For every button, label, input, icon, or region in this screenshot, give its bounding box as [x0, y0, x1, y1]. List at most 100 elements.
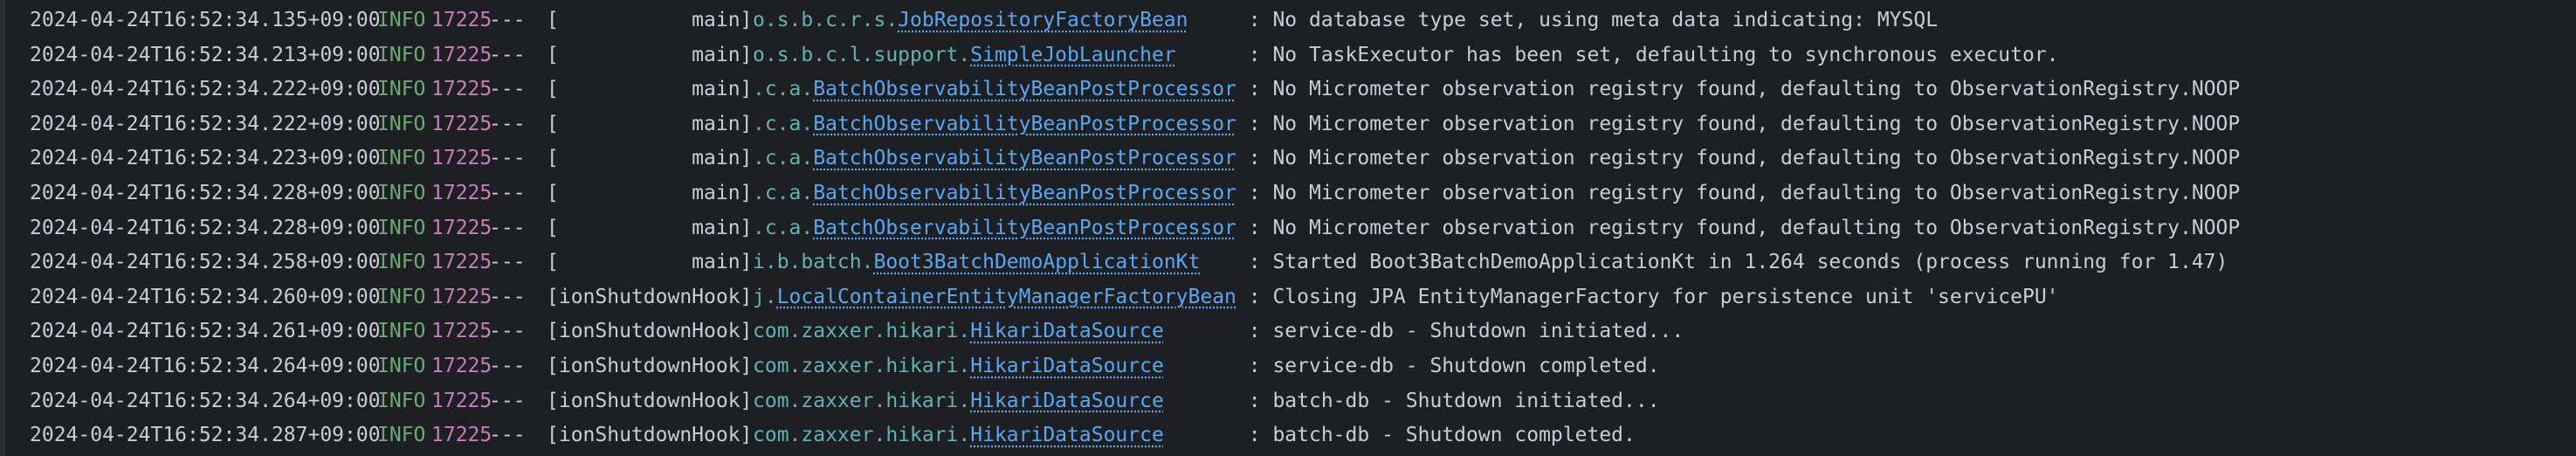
- log-level: INFO: [377, 424, 426, 447]
- log-separator: ---: [489, 285, 526, 308]
- log-logger-package: com.zaxxer.hikari.: [753, 389, 971, 412]
- log-separator: ---: [489, 182, 526, 204]
- log-logger-class-link[interactable]: BatchObservabilityBeanPostProcessor: [813, 113, 1236, 135]
- log-logger-class-link[interactable]: HikariDataSource: [970, 355, 1164, 377]
- log-pid: 17225: [431, 251, 492, 274]
- log-logger-name: .c.a.BatchObservabilityBeanPostProcessor…: [753, 107, 2240, 142]
- log-line[interactable]: 2024-04-24T16:52:34.228+09:00 INFO 17225 --…: [0, 211, 2532, 245]
- log-logger-class-link[interactable]: HikariDataSource: [970, 320, 1164, 342]
- log-thread: [ main]: [547, 43, 753, 66]
- log-logger-padding: [1236, 78, 1249, 100]
- log-message: : service-db - Shutdown completed.: [1248, 355, 1660, 377]
- log-logger-class-link[interactable]: BatchObservabilityBeanPostProcessor: [813, 217, 1236, 239]
- log-pid: 17225: [431, 424, 492, 447]
- log-timestamp: 2024-04-24T16:52:34.135+09:00: [30, 9, 381, 31]
- log-logger-padding: [1236, 286, 1249, 308]
- log-thread: [ main]: [547, 251, 753, 274]
- log-line[interactable]: 2024-04-24T16:52:34.222+09:00 INFO 17225 --…: [0, 73, 2532, 107]
- log-line[interactable]: 2024-04-24T16:52:34.228+09:00 INFO 17225 --…: [0, 176, 2532, 211]
- log-logger-package: .c.a.: [753, 78, 814, 101]
- log-logger-name: o.s.b.c.r.s.JobRepositoryFactoryBean : N…: [753, 3, 1938, 38]
- log-pid: 17225: [431, 285, 492, 308]
- log-line[interactable]: 2024-04-24T16:52:34.258+09:00 INFO 17225 --…: [0, 245, 2532, 280]
- log-message: : batch-db - Shutdown completed.: [1248, 424, 1636, 447]
- log-pid: 17225: [431, 355, 492, 377]
- log-message: : Closing JPA EntityManagerFactory for p…: [1248, 285, 2059, 308]
- log-level: INFO: [377, 147, 426, 170]
- log-timestamp: 2024-04-24T16:52:34.261+09:00: [30, 320, 381, 343]
- log-level: INFO: [377, 78, 426, 101]
- log-logger-class-link[interactable]: BatchObservabilityBeanPostProcessor: [813, 78, 1236, 100]
- log-level: INFO: [377, 320, 426, 343]
- log-logger-class-link[interactable]: Boot3BatchDemoApplicationKt: [873, 251, 1200, 273]
- log-level: INFO: [377, 9, 426, 31]
- log-line[interactable]: 2024-04-24T16:52:34.287+09:00 INFO 17225 --…: [0, 418, 2532, 453]
- log-line[interactable]: 2024-04-24T16:52:34.264+09:00 INFO 17225 --…: [0, 349, 2532, 383]
- log-thread: [ionShutdownHook]: [547, 285, 753, 308]
- log-separator: ---: [489, 9, 526, 31]
- log-thread: [ main]: [547, 182, 753, 204]
- log-level: INFO: [377, 285, 426, 308]
- log-line[interactable]: 2024-04-24T16:52:34.261+09:00 INFO 17225 --…: [0, 314, 2532, 349]
- log-thread: [ main]: [547, 78, 753, 101]
- log-line[interactable]: 2024-04-24T16:52:34.264+09:00 INFO 17225 --…: [0, 384, 2532, 418]
- log-pid: 17225: [431, 389, 492, 412]
- log-separator: ---: [489, 251, 526, 274]
- log-thread: [ main]: [547, 216, 753, 239]
- log-timestamp: 2024-04-24T16:52:34.222+09:00: [30, 78, 381, 101]
- log-separator: ---: [489, 112, 526, 135]
- log-logger-class-link[interactable]: BatchObservabilityBeanPostProcessor: [813, 182, 1236, 204]
- log-message: : No Micrometer observation registry fou…: [1248, 78, 2241, 101]
- log-pid: 17225: [431, 216, 492, 239]
- log-separator: ---: [489, 424, 526, 447]
- log-logger-package: com.zaxxer.hikari.: [753, 424, 971, 447]
- log-logger-class-link[interactable]: JobRepositoryFactoryBean: [898, 9, 1188, 31]
- log-separator: ---: [489, 320, 526, 343]
- log-logger-package: .c.a.: [753, 147, 814, 170]
- log-separator: ---: [489, 216, 526, 239]
- log-separator: ---: [489, 43, 526, 66]
- log-logger-class-link[interactable]: BatchObservabilityBeanPostProcessor: [813, 147, 1236, 169]
- log-line[interactable]: 2024-04-24T16:52:34.213+09:00 INFO 17225 --…: [0, 38, 2532, 73]
- log-logger-class-link[interactable]: SimpleJobLauncher: [970, 44, 1175, 66]
- log-pid: 17225: [431, 9, 492, 31]
- log-logger-name: com.zaxxer.hikari.HikariDataSource : ser…: [753, 314, 1684, 349]
- log-line[interactable]: 2024-04-24T16:52:34.135+09:00 INFO 17225 --…: [0, 3, 2532, 38]
- log-logger-name: .c.a.BatchObservabilityBeanPostProcessor…: [753, 176, 2240, 211]
- log-logger-name: o.s.b.c.l.support.SimpleJobLauncher : No…: [753, 38, 2059, 73]
- log-thread: [ main]: [547, 112, 753, 135]
- log-line[interactable]: 2024-04-24T16:52:34.222+09:00 INFO 17225 --…: [0, 107, 2532, 142]
- log-logger-package: i.b.batch.: [753, 251, 874, 274]
- log-timestamp: 2024-04-24T16:52:34.228+09:00: [30, 182, 381, 204]
- log-logger-class-link[interactable]: LocalContainerEntityManagerFactoryBean: [777, 286, 1236, 308]
- log-timestamp: 2024-04-24T16:52:34.213+09:00: [30, 43, 381, 66]
- log-line[interactable]: 2024-04-24T16:52:34.260+09:00 INFO 17225 --…: [0, 280, 2532, 314]
- log-logger-name: .c.a.BatchObservabilityBeanPostProcessor…: [753, 211, 2240, 245]
- log-logger-package: .c.a.: [753, 112, 814, 135]
- log-logger-padding: [1236, 182, 1249, 204]
- log-timestamp: 2024-04-24T16:52:34.222+09:00: [30, 112, 381, 135]
- log-message: : batch-db - Shutdown initiated...: [1248, 389, 1660, 412]
- log-logger-name: com.zaxxer.hikari.HikariDataSource : ser…: [753, 349, 1660, 383]
- console-output-panel[interactable]: 2024-04-24T16:52:34.135+09:00 INFO 17225 --…: [0, 0, 2576, 456]
- log-message: : No Micrometer observation registry fou…: [1248, 147, 2241, 170]
- log-logger-package: j.: [753, 285, 777, 308]
- log-logger-class-link[interactable]: HikariDataSource: [970, 424, 1164, 446]
- log-logger-name: .c.a.BatchObservabilityBeanPostProcessor…: [753, 142, 2240, 176]
- log-logger-padding: [1164, 320, 1249, 342]
- log-logger-name: com.zaxxer.hikari.HikariDataSource : bat…: [753, 384, 1660, 418]
- log-pid: 17225: [431, 320, 492, 343]
- log-timestamp: 2024-04-24T16:52:34.258+09:00: [30, 251, 381, 274]
- log-line[interactable]: 2024-04-24T16:52:34.223+09:00 INFO 17225 --…: [0, 142, 2532, 176]
- log-level: INFO: [377, 182, 426, 204]
- log-logger-package: com.zaxxer.hikari.: [753, 320, 971, 343]
- log-message: : No database type set, using meta data …: [1248, 9, 1939, 31]
- log-thread: [ main]: [547, 147, 753, 170]
- log-timestamp: 2024-04-24T16:52:34.264+09:00: [30, 355, 381, 377]
- log-logger-padding: [1236, 147, 1249, 169]
- log-logger-class-link[interactable]: HikariDataSource: [970, 390, 1164, 412]
- log-logger-name: com.zaxxer.hikari.HikariDataSource : bat…: [753, 418, 1636, 453]
- log-logger-name: j.LocalContainerEntityManagerFactoryBean…: [753, 280, 2059, 314]
- log-logger-name: i.b.batch.Boot3BatchDemoApplicationKt : …: [753, 245, 2228, 280]
- log-logger-padding: [1200, 251, 1248, 273]
